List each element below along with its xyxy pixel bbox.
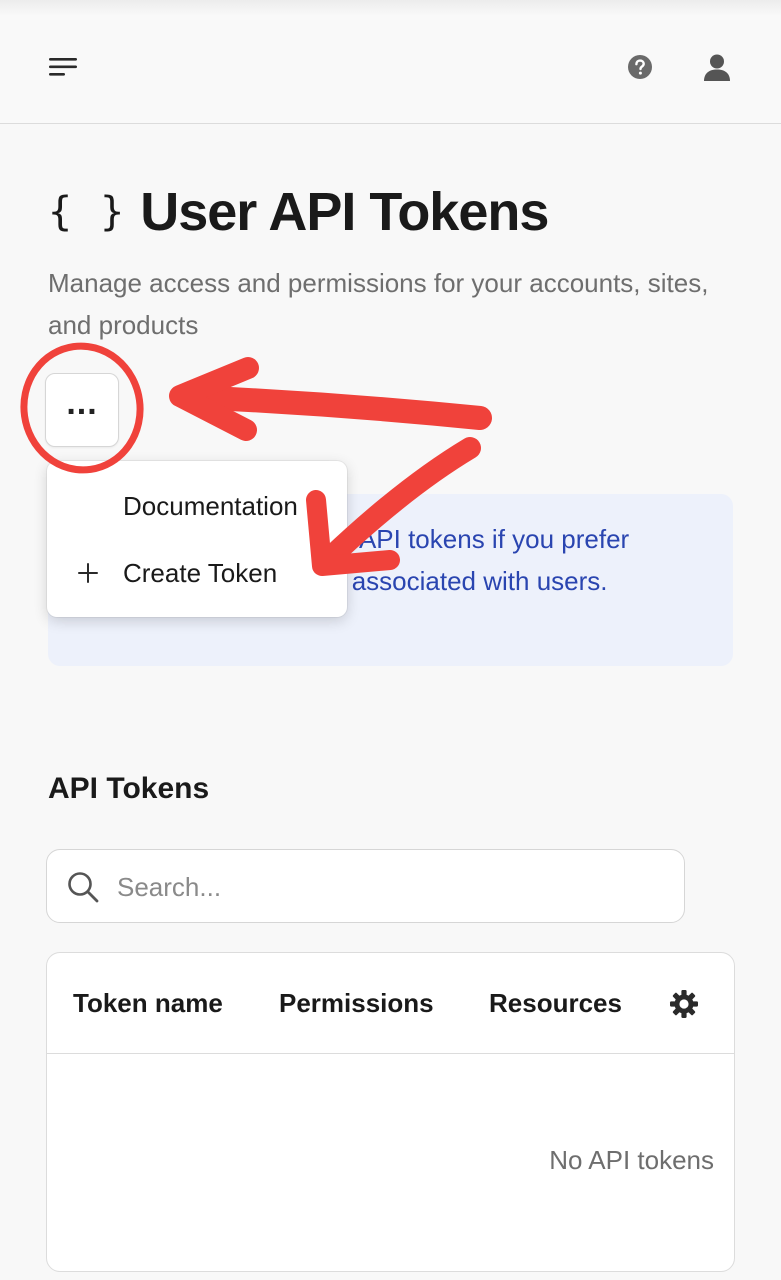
more-actions-button[interactable]: ... [45, 373, 119, 447]
menu-item-label: Create Token [123, 557, 278, 588]
ellipsis-icon: ... [66, 384, 98, 422]
tokens-table: Token name Permissions Resources No API … [46, 952, 735, 1272]
top-bar [0, 0, 781, 124]
annotation-arrow-left [178, 385, 492, 430]
search-box [46, 849, 685, 924]
hamburger-menu-icon[interactable] [49, 55, 79, 79]
page-title: User API Tokens [140, 182, 549, 242]
annotation-arrowhead-left [169, 357, 259, 441]
column-header-permissions[interactable]: Permissions [279, 953, 434, 1053]
column-header-resources[interactable]: Resources [489, 953, 622, 1053]
plus-icon [78, 563, 98, 583]
gear-icon[interactable] [669, 989, 699, 1019]
user-avatar-icon[interactable] [702, 52, 732, 82]
menu-item-create-token[interactable]: Create Token [47, 543, 347, 603]
column-header-token-name[interactable]: Token name [73, 953, 223, 1053]
page-subtitle: Manage access and permissions for your a… [48, 268, 709, 340]
table-header: Token name Permissions Resources [47, 953, 734, 1054]
braces-icon: { } [48, 189, 127, 235]
menu-item-label: Documentation [123, 490, 298, 521]
empty-state-message: No API tokens [549, 1145, 714, 1175]
page-heading: { } User API Tokens [48, 180, 549, 244]
help-circle-icon[interactable] [627, 54, 653, 80]
api-tokens-section-title: API Tokens [48, 772, 210, 805]
menu-item-documentation[interactable]: Documentation [47, 476, 347, 536]
search-input[interactable] [115, 850, 679, 924]
search-icon [68, 872, 99, 903]
actions-dropdown-menu: Documentation Create Token [47, 461, 347, 617]
top-shadow [0, 0, 781, 16]
